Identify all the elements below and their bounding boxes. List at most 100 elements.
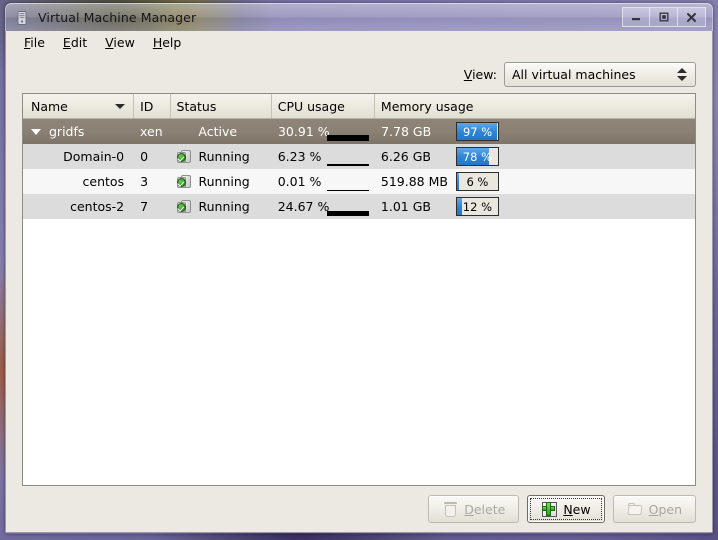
vm-running-icon — [176, 149, 194, 164]
cpu-sparkline — [326, 174, 369, 191]
menu-edit-mnemonic: E — [62, 35, 71, 50]
cell-id: 0 — [134, 144, 170, 169]
folder-icon — [626, 501, 644, 518]
view-filter-bar: View: All virtual machines — [6, 55, 712, 93]
view-label-mnemonic: V — [463, 66, 473, 82]
column-header-id-label: ID — [140, 98, 154, 114]
menu-view[interactable]: View — [97, 33, 145, 52]
row-cpu-label: 24.67 % — [277, 199, 330, 214]
row-id-label: xen — [140, 124, 163, 139]
table-row[interactable]: Domain-0 0 Running 6.23 % 6.26 GB 78 % — [23, 144, 695, 169]
column-header-memory-usage[interactable]: Memory usage — [375, 94, 695, 118]
cell-status: Active — [170, 119, 272, 144]
open-button[interactable]: Open — [612, 495, 696, 523]
vm-running-icon — [176, 174, 194, 189]
cpu-sparkline — [326, 199, 369, 216]
new-button-label: New — [563, 501, 591, 517]
memory-percent-label: 97 % — [462, 124, 493, 139]
menu-edit-rest: dit — [70, 35, 88, 50]
row-cpu-label: 30.91 % — [277, 124, 330, 139]
menu-view-rest: iew — [113, 35, 135, 50]
menu-help-mnemonic: H — [152, 35, 163, 50]
new-icon — [541, 501, 558, 518]
cell-status: Running — [171, 194, 272, 219]
cell-id: 7 — [134, 194, 170, 219]
window-client-area: File Edit View Help View: All virtual ma… — [5, 31, 713, 533]
row-name-label: Domain-0 — [63, 149, 125, 164]
cell-cpu: 24.67 % — [272, 194, 375, 219]
menu-edit[interactable]: Edit — [55, 33, 97, 52]
row-name-label: centos-2 — [70, 199, 125, 214]
chevron-updown-icon — [676, 63, 687, 86]
cell-name: centos — [23, 169, 134, 194]
close-button[interactable] — [678, 7, 706, 27]
view-filter-value: All virtual machines — [512, 66, 636, 82]
cell-memory: 6.26 GB 78 % — [375, 144, 695, 169]
window-titlebar[interactable]: Virtual Machine Manager — [5, 3, 713, 31]
row-status-label: Running — [198, 149, 250, 164]
vm-app-icon — [14, 10, 30, 26]
cell-name: gridfs — [23, 119, 134, 144]
row-memory-label: 7.78 GB — [381, 124, 432, 139]
cell-cpu: 6.23 % — [272, 144, 375, 169]
view-filter-label: View: — [464, 67, 497, 82]
view-label-colon: : — [492, 66, 497, 82]
open-button-label: Open — [648, 501, 682, 517]
menu-file[interactable]: File — [16, 33, 55, 52]
column-header-cpu-usage[interactable]: CPU usage — [272, 94, 375, 118]
row-memory-label: 519.88 MB — [380, 174, 448, 189]
sort-descending-icon — [115, 104, 126, 109]
cell-memory: 519.88 MB 6 % — [375, 169, 695, 194]
column-header-id[interactable]: ID — [134, 94, 171, 118]
cell-id: 3 — [134, 169, 170, 194]
view-filter-combobox[interactable]: All virtual machines — [504, 61, 696, 87]
trash-icon — [442, 501, 459, 518]
row-id-label: 7 — [140, 199, 149, 214]
row-status-label: Active — [198, 124, 238, 139]
table-row[interactable]: gridfs xen Active 30.91 % 7.78 GB 97 % — [23, 119, 695, 144]
delete-button-label: Delete — [464, 501, 506, 517]
new-button[interactable]: New — [527, 495, 605, 523]
view-label-rest: iew — [472, 66, 493, 82]
cell-status: Running — [171, 144, 272, 169]
vm-list-header: Name ID Status CPU usage Memory usage — [23, 94, 695, 119]
column-header-memory-label: Memory usage — [380, 98, 474, 114]
column-header-status-label: Status — [176, 98, 217, 114]
window-title: Virtual Machine Manager — [38, 10, 197, 25]
menu-help-rest: elp — [162, 35, 182, 50]
row-cpu-label: 0.01 % — [277, 174, 322, 189]
column-header-status[interactable]: Status — [171, 94, 272, 118]
menu-help[interactable]: Help — [145, 33, 192, 52]
minimize-button[interactable] — [622, 7, 650, 27]
cell-name: Domain-0 — [23, 144, 134, 169]
memory-progress-bar: 12 % — [455, 197, 499, 216]
vm-running-icon — [176, 199, 194, 214]
cell-memory: 1.01 GB 12 % — [375, 194, 695, 219]
row-name-label: centos — [82, 174, 125, 189]
table-row[interactable]: centos 3 Running 0.01 % 519.88 MB 6 % — [23, 169, 695, 194]
row-memory-label: 1.01 GB — [380, 199, 431, 214]
maximize-button[interactable] — [650, 7, 678, 27]
memory-percent-label: 12 % — [462, 199, 492, 214]
window-controls — [622, 7, 706, 27]
table-row[interactable]: centos-2 7 Running 24.67 % 1.01 GB 12 % — [23, 194, 695, 219]
cell-id: xen — [134, 119, 170, 144]
vmm-window: Virtual Machine Manager File Edit View H… — [5, 3, 713, 534]
action-button-bar: Delete New Open — [6, 486, 712, 532]
cell-cpu: 0.01 % — [272, 169, 375, 194]
row-name-label: gridfs — [49, 124, 85, 139]
memory-percent-label: 6 % — [466, 174, 489, 189]
vm-list-frame: Name ID Status CPU usage Memory usage gr… — [22, 93, 696, 486]
memory-percent-label: 78 % — [462, 149, 492, 164]
memory-progress-bar: 78 % — [455, 147, 499, 166]
delete-button[interactable]: Delete — [428, 495, 520, 523]
column-header-name[interactable]: Name — [23, 94, 135, 118]
cpu-sparkline — [326, 149, 369, 166]
cell-name: centos-2 — [23, 194, 134, 219]
expander-collapse-icon[interactable] — [31, 128, 41, 135]
menu-file-rest: ile — [30, 35, 45, 50]
row-status-label: Running — [198, 199, 250, 214]
column-header-cpu-label: CPU usage — [277, 98, 345, 114]
cell-cpu: 30.91 % — [272, 119, 375, 144]
row-id-label: 0 — [140, 149, 149, 164]
